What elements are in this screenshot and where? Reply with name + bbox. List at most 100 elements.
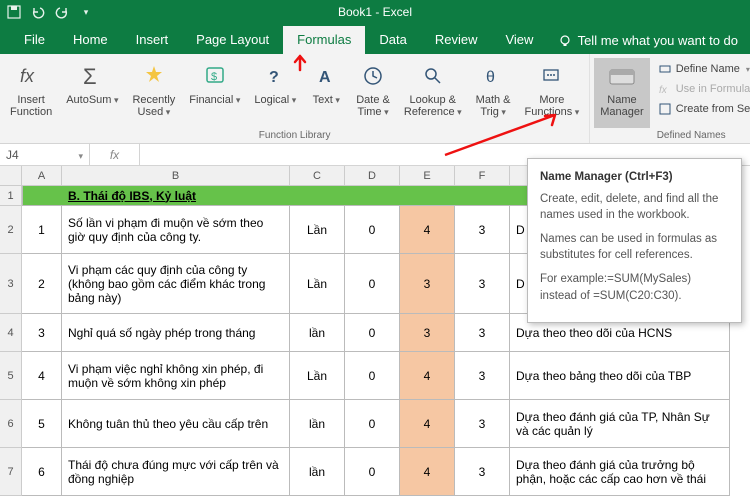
quick-access-toolbar: ▾: [6, 4, 94, 20]
col-header-b[interactable]: B: [62, 166, 290, 186]
cell-e[interactable]: 3: [400, 314, 455, 352]
lookup-reference-label: Lookup & Reference: [404, 94, 462, 118]
cell-e[interactable]: 4: [400, 352, 455, 400]
financial-button[interactable]: $ Financial: [183, 58, 246, 128]
cell-g[interactable]: Dựa theo đánh giá của trưởng bộ phận, ho…: [510, 448, 730, 496]
tab-data[interactable]: Data: [365, 26, 420, 54]
cell-num[interactable]: 5: [22, 400, 62, 448]
name-manager-button[interactable]: Name Manager: [594, 58, 649, 128]
cell-d[interactable]: 0: [345, 448, 400, 496]
define-name-button[interactable]: Define Name▾: [656, 60, 750, 78]
cell-unit[interactable]: lần: [290, 400, 345, 448]
autosum-button[interactable]: Σ AutoSum: [60, 58, 124, 128]
cell-d[interactable]: 0: [345, 400, 400, 448]
cell-num[interactable]: 6: [22, 448, 62, 496]
cell-unit[interactable]: Lần: [290, 352, 345, 400]
date-time-button[interactable]: Date & Time: [350, 58, 396, 128]
cell-g[interactable]: Dựa theo bảng theo dõi của TBP: [510, 352, 730, 400]
select-all-corner[interactable]: [0, 166, 22, 186]
cell-num[interactable]: 4: [22, 352, 62, 400]
tooltip-p2: Names can be used in formulas as substit…: [540, 231, 729, 263]
logical-icon: ?: [263, 60, 287, 92]
titlebar: ▾ Book1 - Excel: [0, 0, 750, 24]
name-manager-icon: [607, 60, 637, 92]
cell-unit[interactable]: Lần: [290, 254, 345, 314]
text-icon: A: [314, 60, 338, 92]
name-box[interactable]: J4: [0, 144, 90, 165]
undo-icon[interactable]: [30, 4, 46, 20]
recently-used-button[interactable]: Recently Used: [126, 58, 181, 128]
cell-unit[interactable]: Lần: [290, 206, 345, 254]
lookup-reference-button[interactable]: Lookup & Reference: [398, 58, 468, 128]
use-in-formula-button[interactable]: fx Use in Formula▾: [656, 80, 750, 98]
cell-f[interactable]: 3: [455, 400, 510, 448]
row-header[interactable]: 3: [0, 254, 22, 314]
cell-unit[interactable]: lần: [290, 314, 345, 352]
cell-d[interactable]: 0: [345, 254, 400, 314]
row-header[interactable]: 2: [0, 206, 22, 254]
cell-num[interactable]: 1: [22, 206, 62, 254]
col-header-c[interactable]: C: [290, 166, 345, 186]
cell-num[interactable]: 3: [22, 314, 62, 352]
clock-icon: [361, 60, 385, 92]
insert-function-button[interactable]: fx Insert Function: [4, 58, 58, 128]
section-title-cell[interactable]: B. Thái độ IBS, Kỷ luật: [62, 186, 290, 206]
cell-e[interactable]: 4: [400, 400, 455, 448]
cell-desc[interactable]: Vi phạm các quy định của công ty (không …: [62, 254, 290, 314]
cell-e[interactable]: 4: [400, 448, 455, 496]
tab-view[interactable]: View: [491, 26, 547, 54]
cell-e[interactable]: 4: [400, 206, 455, 254]
cell-f[interactable]: 3: [455, 448, 510, 496]
cell-d[interactable]: 0: [345, 314, 400, 352]
define-name-label: Define Name: [676, 63, 740, 75]
cell-desc[interactable]: Không tuân thủ theo yêu cầu cấp trên: [62, 400, 290, 448]
cell-f[interactable]: 3: [455, 254, 510, 314]
table-row: 76Thái độ chưa đúng mực với cấp trên và …: [0, 448, 730, 496]
cell-f[interactable]: 3: [455, 352, 510, 400]
col-header-e[interactable]: E: [400, 166, 455, 186]
tab-page-layout[interactable]: Page Layout: [182, 26, 283, 54]
svg-text:$: $: [211, 71, 217, 83]
cell-num[interactable]: 2: [22, 254, 62, 314]
tell-me-label: Tell me what you want to do: [578, 33, 738, 48]
row-header[interactable]: 5: [0, 352, 22, 400]
fx-icon: fx: [17, 60, 45, 92]
cell-d[interactable]: 0: [345, 206, 400, 254]
qat-customize-icon[interactable]: ▾: [78, 4, 94, 20]
save-icon[interactable]: [6, 4, 22, 20]
selection-icon: [658, 102, 672, 116]
row-header-1[interactable]: 1: [0, 186, 22, 206]
redo-icon[interactable]: [54, 4, 70, 20]
cell-desc[interactable]: Vi phạm việc nghỉ không xin phép, đi muộ…: [62, 352, 290, 400]
row-header[interactable]: 7: [0, 448, 22, 496]
cell-unit[interactable]: lần: [290, 448, 345, 496]
logical-button[interactable]: ? Logical: [248, 58, 302, 128]
fx-label[interactable]: fx: [90, 144, 140, 165]
chevron-down-icon: [78, 148, 83, 162]
cell-d[interactable]: 0: [345, 352, 400, 400]
create-from-selection-button[interactable]: Create from Selection: [656, 100, 750, 118]
cell-desc[interactable]: Số lần vi phạm đi muộn về sớm theo giờ q…: [62, 206, 290, 254]
cell-f[interactable]: 3: [455, 206, 510, 254]
row-header[interactable]: 6: [0, 400, 22, 448]
tab-formulas[interactable]: Formulas: [283, 26, 365, 54]
col-header-f[interactable]: F: [455, 166, 510, 186]
text-button[interactable]: A Text: [304, 58, 348, 128]
tell-me[interactable]: Tell me what you want to do: [558, 33, 750, 54]
math-trig-button[interactable]: θ Math & Trig: [470, 58, 517, 128]
star-icon: [142, 60, 166, 92]
tab-file[interactable]: File: [10, 26, 59, 54]
col-header-d[interactable]: D: [345, 166, 400, 186]
col-header-a[interactable]: A: [22, 166, 62, 186]
more-functions-button[interactable]: More Functions: [519, 58, 586, 128]
cell-e[interactable]: 3: [400, 254, 455, 314]
cell-g[interactable]: Dựa theo đánh giá của TP, Nhân Sự và các…: [510, 400, 730, 448]
tab-review[interactable]: Review: [421, 26, 492, 54]
tab-insert[interactable]: Insert: [122, 26, 183, 54]
cell-desc[interactable]: Thái độ chưa đúng mực với cấp trên và đồ…: [62, 448, 290, 496]
row-header[interactable]: 4: [0, 314, 22, 352]
cell-desc[interactable]: Nghỉ quá số ngày phép trong tháng: [62, 314, 290, 352]
tab-home[interactable]: Home: [59, 26, 122, 54]
math-trig-label: Math & Trig: [476, 94, 511, 118]
cell-f[interactable]: 3: [455, 314, 510, 352]
